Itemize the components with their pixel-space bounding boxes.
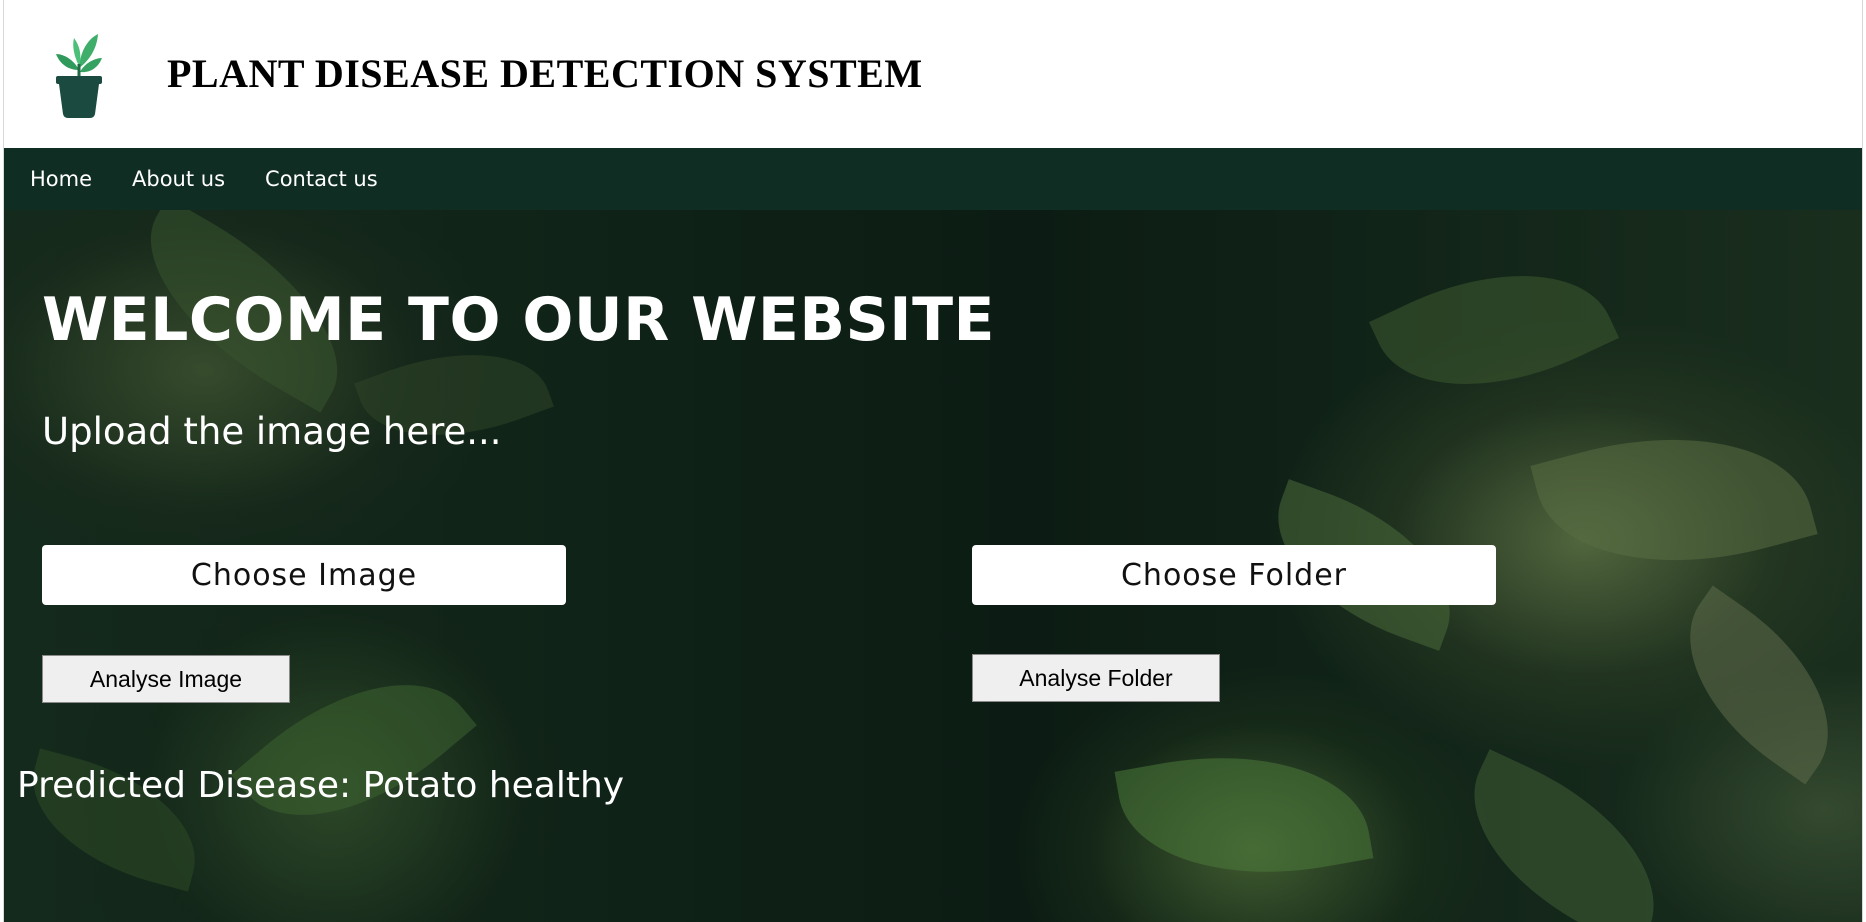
choose-image-button[interactable]: Choose Image — [42, 545, 566, 605]
hero-heading: WELCOME TO OUR WEBSITE — [42, 285, 996, 355]
background-leaf — [1438, 749, 1690, 922]
site-header: PLANT DISEASE DETECTION SYSTEM — [4, 0, 1862, 148]
choose-folder-button[interactable]: Choose Folder — [972, 545, 1496, 605]
site-title: PLANT DISEASE DETECTION SYSTEM — [167, 51, 923, 96]
prediction-result: Predicted Disease: Potato healthy — [17, 765, 625, 806]
background-leaf — [1114, 730, 1374, 900]
nav-item-contact-us[interactable]: Contact us — [265, 167, 378, 191]
potted-plant-icon — [56, 34, 102, 118]
analyse-image-button[interactable]: Analyse Image — [42, 655, 290, 703]
hero-section: WELCOME TO OUR WEBSITE Upload the image … — [4, 210, 1862, 922]
background-leaf — [1530, 398, 1818, 602]
background-leaf — [1649, 585, 1862, 785]
browser-viewport: PLANT DISEASE DETECTION SYSTEM Home Abou… — [3, 0, 1863, 922]
analyse-folder-button[interactable]: Analyse Folder — [972, 654, 1220, 702]
nav-item-home[interactable]: Home — [30, 167, 92, 191]
main-nav: Home About us Contact us — [4, 148, 1862, 210]
nav-item-about-us[interactable]: About us — [132, 167, 225, 191]
upload-instruction: Upload the image here... — [42, 410, 502, 453]
background-leaf — [1368, 229, 1620, 431]
